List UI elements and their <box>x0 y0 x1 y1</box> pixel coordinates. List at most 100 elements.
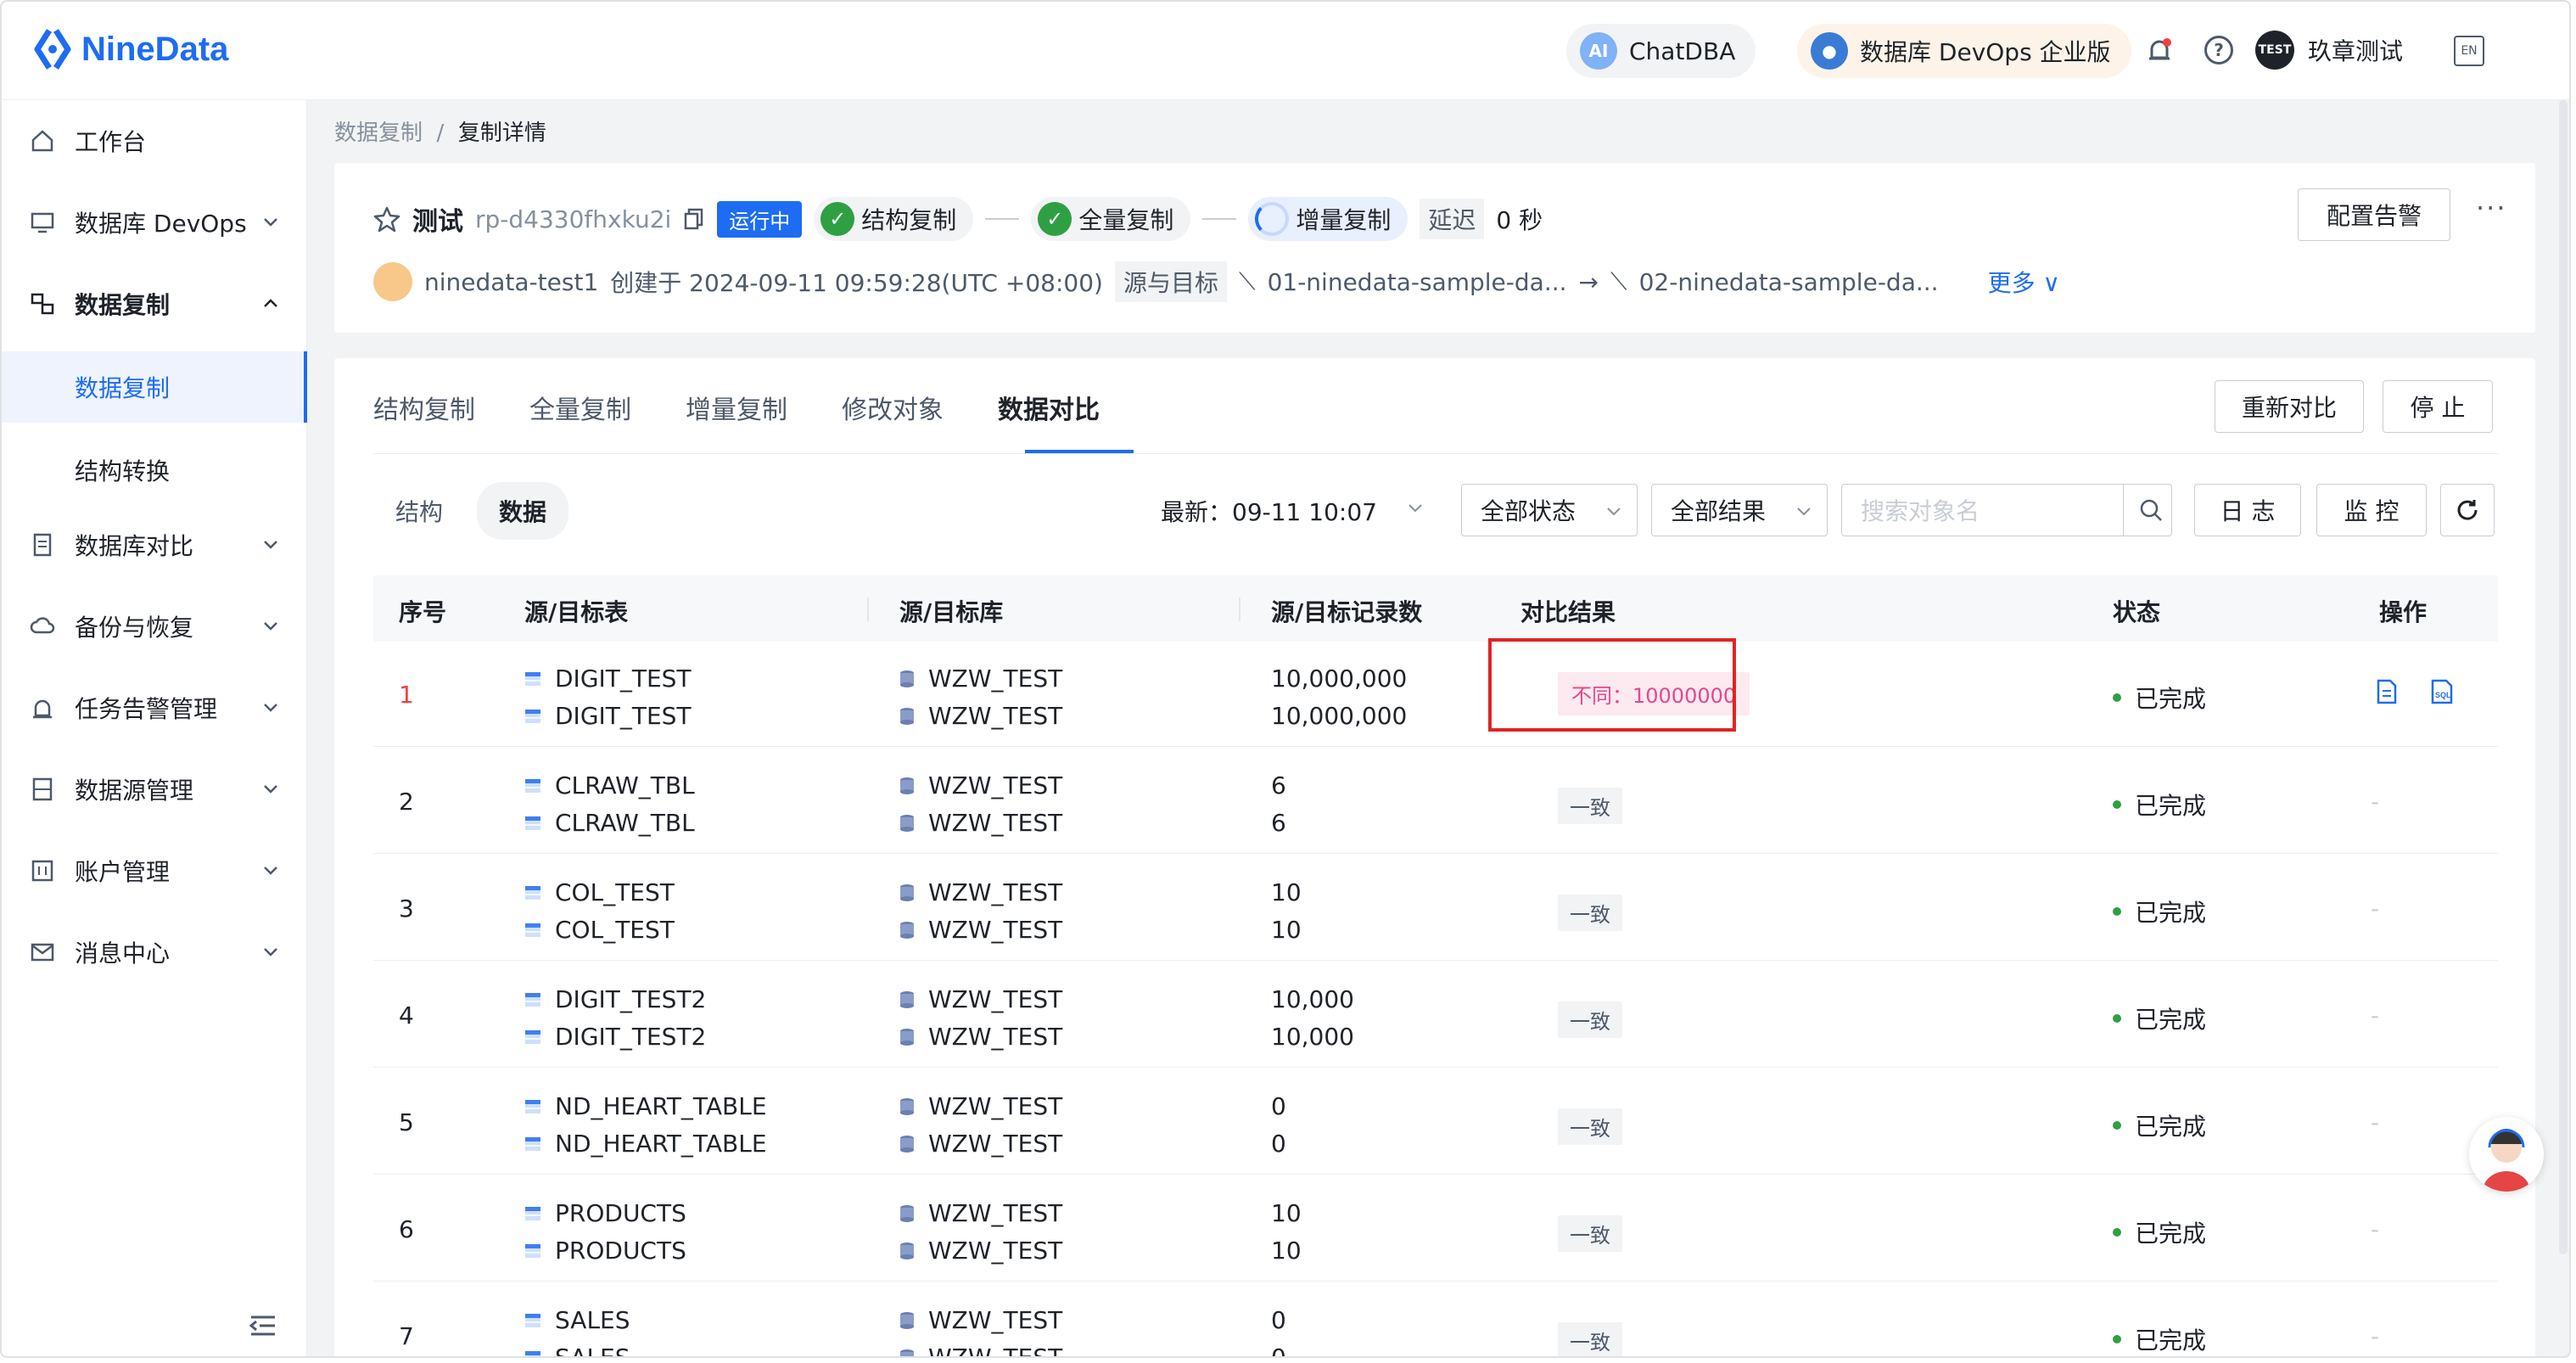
row-status: 已完成 <box>2113 1001 2206 1035</box>
record-counts: 10 10 <box>1271 874 1302 949</box>
sidebar-item-datasource[interactable]: 数据源管理 <box>2 755 307 823</box>
table-row: 6 PRODUCTS PRODUCTS WZW_TEST WZW_TEST 10 10 一致已… <box>373 1178 2498 1282</box>
status-filter-value: 全部状态 <box>1481 497 1576 525</box>
recompare-button[interactable]: 重新对比 <box>2215 380 2364 433</box>
collapse-sidebar-icon[interactable] <box>249 1314 277 1338</box>
target-table: COL_TEST <box>555 916 675 944</box>
no-action: - <box>2371 895 2380 923</box>
chevron-down-icon: ∨ <box>2042 269 2060 297</box>
row-actions: SQL <box>2376 679 2456 704</box>
latest-run: 最新：09-11 10:07 <box>1161 498 1377 526</box>
detail-tabs: 结构复制 全量复制 增量复制 修改对象 数据对比 <box>373 389 1100 426</box>
target-count: 6 <box>1271 809 1286 837</box>
target-datasource[interactable]: 02-ninedata-sample-da... <box>1639 268 1939 296</box>
table-row: 7 SALES SALES WZW_TEST WZW_TEST 0 0 一致 已完成 - <box>373 1285 2498 1358</box>
table-row: 3 COL_TEST COL_TEST WZW_TEST WZW_TEST 10 10 一致已… <box>373 857 2498 961</box>
segment-data[interactable]: 数据 <box>477 482 569 540</box>
target-db: WZW_TEST <box>928 1237 1063 1265</box>
status-text: 已完成 <box>2135 899 2207 927</box>
chatdba-button[interactable]: AI ChatDBA <box>1566 24 1756 78</box>
bell-icon[interactable] <box>2147 36 2172 66</box>
breadcrumb-parent[interactable]: 数据复制 <box>334 121 423 146</box>
compare-result-badge: 一致 <box>1558 1322 1622 1356</box>
source-count: 0 <box>1271 1306 1286 1334</box>
sidebar-item-devops[interactable]: 数据库 DevOps <box>2 188 307 256</box>
logo[interactable]: NineData <box>32 25 228 73</box>
datasource-icon <box>29 776 56 803</box>
no-action: - <box>2371 1108 2380 1136</box>
database-icon <box>900 1098 914 1115</box>
source-count: 0 <box>1271 1092 1286 1120</box>
row-status: 已完成 <box>2113 681 2206 715</box>
sidebar-item-alerts[interactable]: 任务告警管理 <box>2 674 307 742</box>
more-link[interactable]: 更多 ∨ <box>1988 265 2060 299</box>
tab-incremental-copy[interactable]: 增量复制 <box>686 389 787 426</box>
target-count: 10 <box>1271 1237 1302 1265</box>
svg-text:SQL: SQL <box>2435 691 2451 699</box>
step-label: 增量复制 <box>1296 206 1392 234</box>
table-row: 4 DIGIT_TEST2 DIGIT_TEST2 WZW_TEST WZW_TEST 1… <box>373 964 2498 1068</box>
copy-icon[interactable] <box>683 207 705 231</box>
tab-full-copy[interactable]: 全量复制 <box>529 389 631 426</box>
target-db: WZW_TEST <box>928 702 1063 730</box>
database-icon <box>900 1136 914 1153</box>
status-text: 已完成 <box>2135 792 2207 820</box>
creator-avatar <box>373 262 412 301</box>
sidebar-item-db-compare[interactable]: 数据库对比 <box>2 511 307 579</box>
datasource-icon: ⟍ <box>1238 267 1256 295</box>
sidebar-item-replication[interactable]: 数据复制 <box>2 270 307 338</box>
sidebar-subitem-schema-convert[interactable]: 结构转换 <box>2 435 307 506</box>
sidebar-item-workbench[interactable]: 工作台 <box>2 107 307 175</box>
star-icon[interactable] <box>373 205 400 233</box>
sidebar-item-messages[interactable]: 消息中心 <box>2 918 307 986</box>
alarm-icon <box>29 694 56 721</box>
stop-button[interactable]: 停 止 <box>2383 380 2493 433</box>
support-assistant-button[interactable] <box>2469 1117 2544 1192</box>
config-alert-button[interactable]: 配置告警 <box>2298 188 2450 241</box>
log-button[interactable]: 日 志 <box>2194 484 2301 536</box>
view-detail-icon[interactable] <box>2376 679 2398 704</box>
source-count: 6 <box>1271 771 1286 799</box>
no-action: - <box>2371 1322 2380 1350</box>
language-icon[interactable]: EN <box>2454 36 2484 66</box>
sidebar-item-label: 备份与恢复 <box>75 614 194 642</box>
app-window: NineData AI ChatDBA ● 数据库 DevOps 企业版 ? T… <box>0 0 2571 1358</box>
sidebar-subitem-replication[interactable]: 数据复制 <box>2 351 307 423</box>
chevron-down-icon[interactable] <box>1407 499 1424 516</box>
table-icon <box>525 923 540 937</box>
target-count: 10 <box>1271 916 1302 944</box>
edition-button[interactable]: ● 数据库 DevOps 企业版 <box>1797 24 2131 78</box>
check-icon: ✓ <box>1038 202 1072 236</box>
step-connector <box>985 218 1020 220</box>
app-name: NineData <box>81 30 229 68</box>
segment-schema[interactable]: 结构 <box>373 482 465 540</box>
breadcrumb: 数据复制 / 复制详情 <box>334 115 546 147</box>
status-filter[interactable]: 全部状态 <box>1461 484 1638 536</box>
sidebar-item-account[interactable]: 账户管理 <box>2 837 307 905</box>
table-row: 5 ND_HEART_TABLE ND_HEART_TABLE WZW_TEST WZW… <box>373 1071 2498 1175</box>
table-icon <box>525 1314 540 1327</box>
tab-data-compare[interactable]: 数据对比 <box>998 389 1100 426</box>
more-menu-icon[interactable]: ··· <box>2476 192 2507 224</box>
scrollbar[interactable] <box>2559 100 2568 1254</box>
sql-icon[interactable]: SQL <box>2430 679 2456 704</box>
help-icon[interactable]: ? <box>2204 36 2233 65</box>
result-filter[interactable]: 全部结果 <box>1651 484 1828 536</box>
search-button[interactable] <box>2123 484 2177 536</box>
status-text: 已完成 <box>2135 1220 2207 1248</box>
source-datasource[interactable]: 01-ninedata-sample-da... <box>1268 268 1567 296</box>
refresh-button[interactable] <box>2440 484 2495 536</box>
source-table: SALES <box>555 1306 630 1334</box>
chevron-down-icon <box>264 704 277 712</box>
sidebar-item-backup[interactable]: 备份与恢复 <box>2 592 307 660</box>
target-table: SALES <box>555 1343 630 1358</box>
table-icon <box>525 1351 540 1356</box>
creator-name: ninedata-test1 <box>424 267 599 296</box>
status-dot <box>2113 1335 2121 1343</box>
ninedata-logo-icon <box>34 29 71 70</box>
tab-schema-copy[interactable]: 结构复制 <box>373 389 475 426</box>
user-menu[interactable]: TEST 玖章测试 <box>2255 31 2403 70</box>
source-db: WZW_TEST <box>928 771 1063 799</box>
monitor-button[interactable]: 监 控 <box>2316 484 2427 536</box>
tab-modify-objects[interactable]: 修改对象 <box>842 389 944 426</box>
